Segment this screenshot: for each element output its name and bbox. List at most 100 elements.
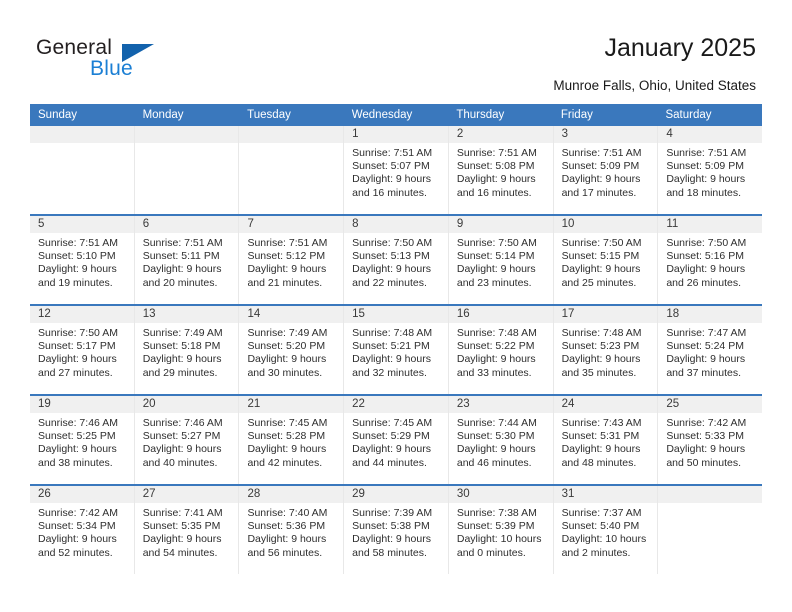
day-number: 8 bbox=[352, 218, 359, 230]
sunrise-text: Sunrise: 7:40 AM bbox=[247, 507, 328, 519]
day-number: 18 bbox=[666, 308, 680, 320]
sunset-text: Sunset: 5:15 PM bbox=[561, 250, 640, 263]
calendar-day-cell[interactable]: 13 Sunrise: 7:49 AM Sunset: 5:18 PM Dayligh… bbox=[134, 306, 240, 394]
calendar-day-cell[interactable]: 9 Sunrise: 7:50 AM Sunset: 5:14 PM Daylight… bbox=[448, 216, 554, 304]
daylight-text: Daylight: 9 hours and 37 minutes. bbox=[666, 353, 746, 379]
sunset-text: Sunset: 5:33 PM bbox=[666, 430, 744, 443]
day-sun-info: Sunrise: 7:49 AM Sunset: 5:20 PM Daylight:… bbox=[239, 323, 343, 380]
daylight-text: Daylight: 9 hours and 25 minutes. bbox=[561, 263, 641, 289]
sunrise-text: Sunrise: 7:49 AM bbox=[142, 327, 223, 339]
calendar-day-cell[interactable]: 20 Sunrise: 7:46 AM Sunset: 5:27 PM Dayligh… bbox=[134, 396, 240, 484]
day-header-monday: Monday bbox=[142, 109, 184, 121]
sunset-text: Sunset: 5:08 PM bbox=[456, 160, 535, 173]
day-of-week-header-row: Sunday Monday Tuesday Wednesday Thursday… bbox=[30, 104, 762, 126]
sunrise-text: Sunrise: 7:43 AM bbox=[561, 417, 642, 429]
day-number: 28 bbox=[247, 488, 261, 500]
calendar-day-cell[interactable]: 15 Sunrise: 7:48 AM Sunset: 5:21 PM Dayligh… bbox=[344, 306, 449, 394]
calendar-day-cell[interactable]: 24 Sunrise: 7:43 AM Sunset: 5:31 PM Dayligh… bbox=[553, 396, 659, 484]
daylight-text: Daylight: 9 hours and 16 minutes. bbox=[352, 173, 431, 199]
sunrise-text: Sunrise: 7:50 AM bbox=[456, 237, 537, 249]
calendar-day-cell[interactable]: 21 Sunrise: 7:45 AM Sunset: 5:28 PM Dayligh… bbox=[239, 396, 345, 484]
day-header-tuesday: Tuesday bbox=[247, 109, 291, 121]
day-number: 13 bbox=[142, 308, 156, 320]
calendar-day-cell[interactable]: 6 Sunrise: 7:51 AM Sunset: 5:11 PM Daylight… bbox=[134, 216, 240, 304]
day-number: 27 bbox=[142, 488, 156, 500]
calendar-day-empty bbox=[134, 126, 240, 214]
calendar-day-cell[interactable]: 28 Sunrise: 7:40 AM Sunset: 5:36 PM Dayligh… bbox=[239, 486, 345, 574]
day-number-band bbox=[239, 126, 344, 143]
general-blue-logo[interactable]: General Blue bbox=[36, 36, 166, 82]
calendar-day-cell[interactable]: 4 Sunrise: 7:51 AM Sunset: 5:09 PM Daylight… bbox=[658, 126, 763, 214]
day-number: 10 bbox=[561, 218, 575, 230]
sunset-text: Sunset: 5:34 PM bbox=[38, 520, 116, 533]
sunset-text: Sunset: 5:29 PM bbox=[352, 430, 430, 443]
sunrise-text: Sunrise: 7:39 AM bbox=[352, 507, 433, 519]
sunrise-text: Sunrise: 7:50 AM bbox=[561, 237, 642, 249]
day-sun-info: Sunrise: 7:48 AM Sunset: 5:22 PM Daylight:… bbox=[449, 323, 553, 380]
day-header-sunday: Sunday bbox=[38, 109, 78, 121]
calendar-day-cell[interactable]: 2 Sunrise: 7:51 AM Sunset: 5:08 PM Daylight… bbox=[448, 126, 554, 214]
calendar-day-cell[interactable]: 29 Sunrise: 7:39 AM Sunset: 5:38 PM Dayligh… bbox=[344, 486, 449, 574]
sunrise-text: Sunrise: 7:45 AM bbox=[247, 417, 328, 429]
sunset-text: Sunset: 5:30 PM bbox=[456, 430, 535, 443]
calendar-day-cell[interactable]: 23 Sunrise: 7:44 AM Sunset: 5:30 PM Dayligh… bbox=[448, 396, 554, 484]
day-number: 20 bbox=[142, 398, 156, 410]
calendar-day-cell[interactable]: 18 Sunrise: 7:47 AM Sunset: 5:24 PM Dayligh… bbox=[658, 306, 763, 394]
calendar-day-cell[interactable]: 27 Sunrise: 7:41 AM Sunset: 5:35 PM Dayligh… bbox=[134, 486, 240, 574]
calendar-day-cell[interactable]: 17 Sunrise: 7:48 AM Sunset: 5:23 PM Dayligh… bbox=[553, 306, 659, 394]
sunset-text: Sunset: 5:35 PM bbox=[142, 520, 221, 533]
day-number: 4 bbox=[666, 128, 673, 140]
sunset-text: Sunset: 5:25 PM bbox=[38, 430, 116, 443]
sunrise-text: Sunrise: 7:51 AM bbox=[456, 147, 537, 159]
calendar-day-cell[interactable]: 12 Sunrise: 7:50 AM Sunset: 5:17 PM Dayligh… bbox=[30, 306, 135, 394]
daylight-text: Daylight: 9 hours and 30 minutes. bbox=[247, 353, 327, 379]
sunrise-text: Sunrise: 7:51 AM bbox=[666, 147, 747, 159]
calendar-grid: Sunday Monday Tuesday Wednesday Thursday… bbox=[30, 104, 763, 574]
daylight-text: Daylight: 9 hours and 42 minutes. bbox=[247, 443, 327, 469]
calendar-day-cell[interactable]: 30 Sunrise: 7:38 AM Sunset: 5:39 PM Dayligh… bbox=[448, 486, 554, 574]
sunset-text: Sunset: 5:12 PM bbox=[247, 250, 326, 263]
calendar-day-cell[interactable]: 8 Sunrise: 7:50 AM Sunset: 5:13 PM Daylight… bbox=[344, 216, 449, 304]
daylight-text: Daylight: 9 hours and 17 minutes. bbox=[561, 173, 641, 199]
calendar-day-cell[interactable]: 19 Sunrise: 7:46 AM Sunset: 5:25 PM Dayligh… bbox=[30, 396, 135, 484]
calendar-day-cell[interactable]: 22 Sunrise: 7:45 AM Sunset: 5:29 PM Dayligh… bbox=[344, 396, 449, 484]
day-number: 15 bbox=[352, 308, 365, 320]
day-number-band: 21 bbox=[239, 396, 344, 413]
calendar-day-cell[interactable]: 16 Sunrise: 7:48 AM Sunset: 5:22 PM Dayligh… bbox=[448, 306, 554, 394]
day-sun-info: Sunrise: 7:50 AM Sunset: 5:15 PM Daylight:… bbox=[554, 233, 658, 290]
sunset-text: Sunset: 5:31 PM bbox=[561, 430, 640, 443]
day-number-band: 6 bbox=[134, 216, 239, 233]
calendar-day-cell[interactable]: 7 Sunrise: 7:51 AM Sunset: 5:12 PM Daylight… bbox=[239, 216, 345, 304]
calendar-day-cell[interactable]: 3 Sunrise: 7:51 AM Sunset: 5:09 PM Daylight… bbox=[553, 126, 659, 214]
daylight-text: Daylight: 9 hours and 20 minutes. bbox=[142, 263, 222, 289]
daylight-text: Daylight: 9 hours and 27 minutes. bbox=[38, 353, 117, 379]
calendar-day-cell[interactable]: 11 Sunrise: 7:50 AM Sunset: 5:16 PM Dayligh… bbox=[658, 216, 763, 304]
calendar-day-cell[interactable]: 10 Sunrise: 7:50 AM Sunset: 5:15 PM Dayligh… bbox=[553, 216, 659, 304]
day-header-thursday: Thursday bbox=[456, 109, 505, 121]
day-sun-info: Sunrise: 7:44 AM Sunset: 5:30 PM Daylight:… bbox=[449, 413, 553, 470]
day-number-band: 25 bbox=[658, 396, 763, 413]
day-sun-info: Sunrise: 7:46 AM Sunset: 5:27 PM Daylight:… bbox=[135, 413, 239, 470]
day-number-band: 20 bbox=[134, 396, 239, 413]
calendar-day-cell[interactable]: 26 Sunrise: 7:42 AM Sunset: 5:34 PM Dayligh… bbox=[30, 486, 135, 574]
day-number: 7 bbox=[247, 218, 254, 230]
day-number: 12 bbox=[38, 308, 51, 320]
sunrise-text: Sunrise: 7:49 AM bbox=[247, 327, 328, 339]
calendar-day-cell[interactable]: 5 Sunrise: 7:51 AM Sunset: 5:10 PM Daylight… bbox=[30, 216, 135, 304]
calendar-day-cell[interactable]: 31 Sunrise: 7:37 AM Sunset: 5:40 PM Dayligh… bbox=[553, 486, 659, 574]
calendar-week-row: 26 Sunrise: 7:42 AM Sunset: 5:34 PM Dayligh… bbox=[30, 484, 763, 574]
calendar-day-cell[interactable]: 1 Sunrise: 7:51 AM Sunset: 5:07 PM Daylight… bbox=[344, 126, 449, 214]
calendar-day-cell[interactable]: 25 Sunrise: 7:42 AM Sunset: 5:33 PM Dayligh… bbox=[658, 396, 763, 484]
day-sun-info: Sunrise: 7:51 AM Sunset: 5:08 PM Daylight:… bbox=[449, 143, 553, 200]
sunset-text: Sunset: 5:38 PM bbox=[352, 520, 430, 533]
day-number: 11 bbox=[666, 218, 679, 230]
daylight-text: Daylight: 9 hours and 32 minutes. bbox=[352, 353, 431, 379]
daylight-text: Daylight: 9 hours and 46 minutes. bbox=[456, 443, 536, 469]
day-number: 2 bbox=[456, 128, 464, 140]
daylight-text: Daylight: 9 hours and 50 minutes. bbox=[666, 443, 746, 469]
sunrise-text: Sunrise: 7:44 AM bbox=[456, 417, 537, 429]
day-sun-info: Sunrise: 7:51 AM Sunset: 5:09 PM Daylight:… bbox=[554, 143, 658, 200]
sunset-text: Sunset: 5:28 PM bbox=[247, 430, 326, 443]
calendar-day-cell[interactable]: 14 Sunrise: 7:49 AM Sunset: 5:20 PM Dayligh… bbox=[239, 306, 345, 394]
sunset-text: Sunset: 5:10 PM bbox=[38, 250, 116, 263]
